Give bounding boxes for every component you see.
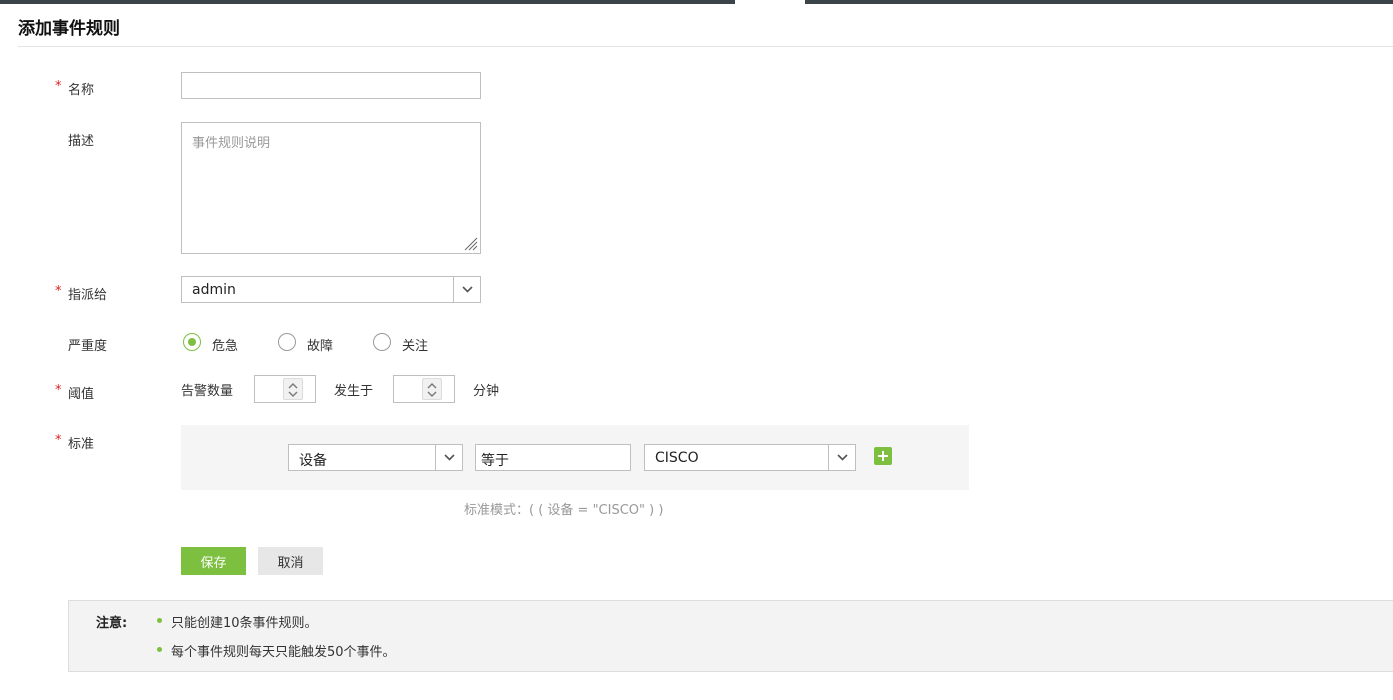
criteria-field-select[interactable]: 设备 [288, 444, 463, 471]
assign-select[interactable]: admin [181, 276, 481, 303]
criteria-required-mark: * [55, 433, 62, 448]
title-divider [18, 46, 1393, 47]
severity-label: 严重度 [68, 339, 108, 354]
severity-option-attention: 关注 [402, 339, 429, 354]
alarm-count-stepper[interactable] [254, 375, 316, 403]
severity-radio-fault[interactable] [278, 333, 296, 351]
note-item: 只能创建10条事件规则。 [171, 616, 318, 631]
note-item: 每个事件规则每天只能触发50个事件。 [171, 645, 396, 660]
name-required-mark: * [55, 79, 62, 94]
criteria-value-select[interactable]: CISCO [644, 444, 856, 471]
severity-radio-attention[interactable] [373, 333, 391, 351]
minutes-label: 分钟 [473, 384, 500, 399]
name-label: 名称 [68, 83, 95, 98]
description-textarea[interactable]: 事件规则说明 [181, 122, 481, 254]
resize-grip-icon[interactable] [462, 235, 478, 251]
note-title: 注意: [96, 616, 128, 631]
description-placeholder: 事件规则说明 [192, 136, 271, 151]
page-title: 添加事件规则 [18, 19, 120, 39]
stepper-arrows-icon[interactable] [283, 378, 303, 400]
assign-required-mark: * [55, 284, 62, 299]
threshold-label: 阈值 [68, 387, 95, 402]
minutes-stepper[interactable] [393, 375, 455, 403]
alarm-count-label: 告警数量 [181, 384, 234, 399]
severity-option-critical: 危急 [212, 339, 239, 354]
chevron-down-icon[interactable] [828, 445, 855, 470]
assign-label: 指派给 [68, 288, 108, 303]
bullet-icon [157, 618, 162, 623]
criteria-label: 标准 [68, 437, 95, 452]
chevron-down-icon[interactable] [435, 445, 462, 470]
severity-radio-critical[interactable] [183, 333, 201, 351]
description-label: 描述 [68, 134, 95, 149]
chevron-down-icon[interactable] [453, 277, 480, 302]
criteria-operator-field[interactable]: 等于 [475, 444, 631, 471]
top-bar-right [805, 0, 1393, 4]
criteria-operator-value: 等于 [481, 453, 509, 469]
criteria-value-text: CISCO [655, 450, 699, 466]
add-criteria-plus-icon[interactable] [874, 447, 892, 465]
threshold-required-mark: * [55, 383, 62, 398]
save-button[interactable]: 保存 [181, 547, 246, 575]
top-bar-left [0, 0, 735, 4]
cancel-button[interactable]: 取消 [258, 547, 323, 575]
criteria-field-value: 设备 [299, 453, 327, 469]
name-input[interactable] [181, 72, 481, 99]
stepper-arrows-icon[interactable] [422, 378, 442, 400]
bullet-icon [157, 647, 162, 652]
assign-select-value: admin [192, 282, 236, 298]
note-panel: 注意: 只能创建10条事件规则。 每个事件规则每天只能触发50个事件。 [68, 600, 1393, 672]
criteria-pattern: 标准模式：( ( 设备 = "CISCO" ) ) [464, 503, 664, 518]
severity-option-fault: 故障 [307, 339, 334, 354]
occurs-in-label: 发生于 [334, 384, 374, 399]
